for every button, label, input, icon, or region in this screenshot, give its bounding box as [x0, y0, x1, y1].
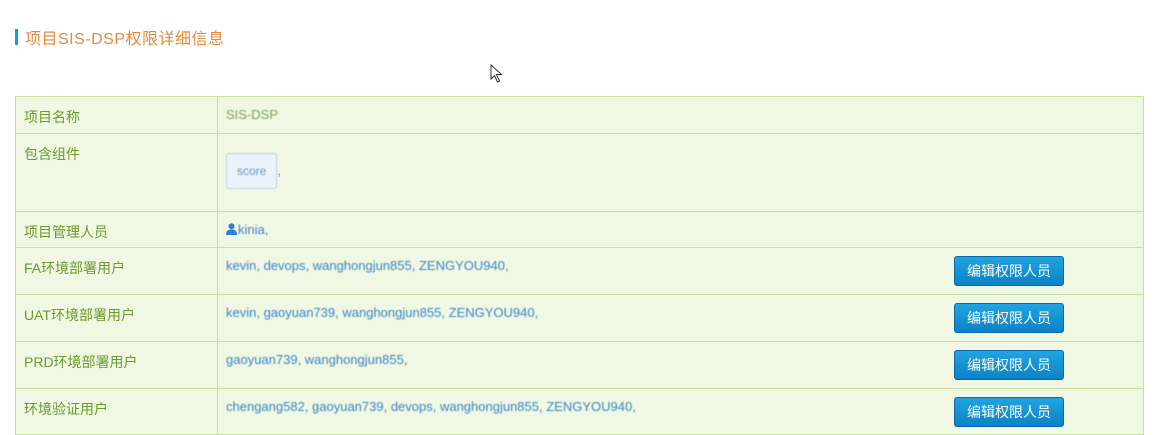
mouse-cursor-icon — [490, 64, 503, 83]
edit-permission-button-uat[interactable]: 编辑权限人员 — [954, 303, 1064, 333]
table-row-components: 包含组件 score, — [15, 133, 1144, 212]
row-value: SIS-DSP — [217, 96, 1144, 134]
fa-user-list: kevin, devops, wanghongjun855, ZENGYOU94… — [226, 258, 509, 273]
row-value: score, — [217, 133, 1144, 212]
row-label: 项目管理人员 — [15, 211, 218, 248]
verify-user-list: chengang582, gaoyuan739, devops, wanghon… — [226, 399, 636, 414]
page-title-text: 项目SIS-DSP权限详细信息 — [25, 31, 225, 48]
person-icon — [226, 223, 237, 235]
row-value: chengang582, gaoyuan739, devops, wanghon… — [217, 388, 1144, 435]
permission-detail-table: 项目名称 SIS-DSP 包含组件 score, 项目管理人员 kinia, F… — [15, 96, 1144, 435]
row-value: kevin, devops, wanghongjun855, ZENGYOU94… — [217, 247, 1144, 295]
row-label: FA环境部署用户 — [15, 247, 218, 295]
uat-user-list: kevin, gaoyuan739, wanghongjun855, ZENGY… — [226, 305, 539, 320]
table-row-uat-users: UAT环境部署用户 kevin, gaoyuan739, wanghongjun… — [15, 294, 1144, 342]
title-accent-bar — [15, 29, 18, 45]
component-tag[interactable]: score — [226, 153, 278, 189]
row-value: kinia, — [217, 211, 1144, 248]
table-row-managers: 项目管理人员 kinia, — [15, 211, 1144, 248]
row-label: 环境验证用户 — [15, 388, 218, 435]
project-name-value: SIS-DSP — [226, 107, 279, 122]
row-label: 包含组件 — [15, 133, 218, 212]
table-row-fa-users: FA环境部署用户 kevin, devops, wanghongjun855, … — [15, 247, 1144, 295]
row-label: 项目名称 — [15, 96, 218, 134]
component-separator: , — [277, 163, 281, 178]
table-row-project-name: 项目名称 SIS-DSP — [15, 96, 1144, 134]
manager-list: kinia, — [238, 222, 269, 237]
page-title: 项目SIS-DSP权限详细信息 — [15, 26, 225, 48]
table-row-verify-users: 环境验证用户 chengang582, gaoyuan739, devops, … — [15, 388, 1144, 435]
row-value: kevin, gaoyuan739, wanghongjun855, ZENGY… — [217, 294, 1144, 342]
row-value: gaoyuan739, wanghongjun855, 编辑权限人员 — [217, 341, 1144, 389]
row-label: PRD环境部署用户 — [15, 341, 218, 389]
edit-permission-button-prd[interactable]: 编辑权限人员 — [954, 350, 1064, 380]
row-label: UAT环境部署用户 — [15, 294, 218, 342]
edit-permission-button-fa[interactable]: 编辑权限人员 — [954, 256, 1064, 286]
edit-permission-button-verify[interactable]: 编辑权限人员 — [954, 397, 1064, 427]
table-row-prd-users: PRD环境部署用户 gaoyuan739, wanghongjun855, 编辑… — [15, 341, 1144, 389]
prd-user-list: gaoyuan739, wanghongjun855, — [226, 352, 408, 367]
